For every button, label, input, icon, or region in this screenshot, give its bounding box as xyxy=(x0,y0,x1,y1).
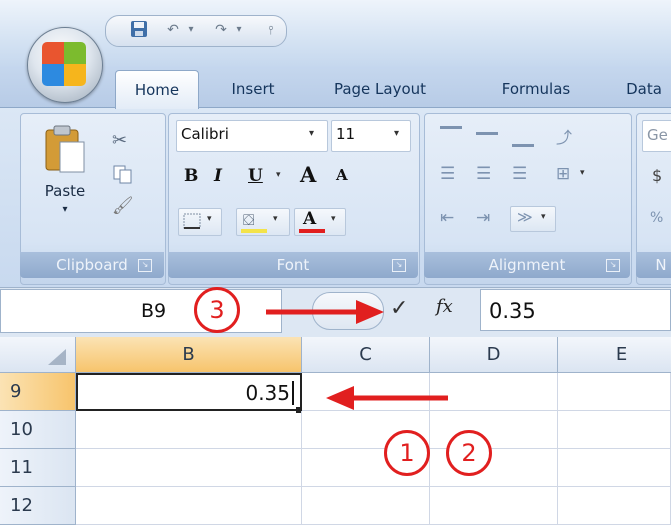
arrow-to-cell-b9 xyxy=(326,386,448,410)
customize-qat-icon[interactable]: ⫯ xyxy=(264,20,278,40)
office-logo-icon xyxy=(42,42,86,86)
callout-3: 3 xyxy=(194,287,240,333)
undo-dropdown-icon[interactable]: ▾ xyxy=(184,20,198,40)
callout-2: 2 xyxy=(446,430,492,476)
save-icon[interactable] xyxy=(128,20,150,40)
office-button[interactable] xyxy=(27,27,103,103)
arrow-to-enter-icon xyxy=(266,300,384,324)
redo-dropdown-icon[interactable]: ▾ xyxy=(232,20,246,40)
redo-icon[interactable]: ↷ xyxy=(210,20,232,40)
callout-1: 1 xyxy=(384,430,430,476)
quick-access-toolbar: ↶ ▾ ↷ ▾ ⫯ xyxy=(105,15,287,47)
tab-home[interactable]: Home xyxy=(115,70,199,109)
undo-icon[interactable]: ↶ xyxy=(162,20,184,40)
